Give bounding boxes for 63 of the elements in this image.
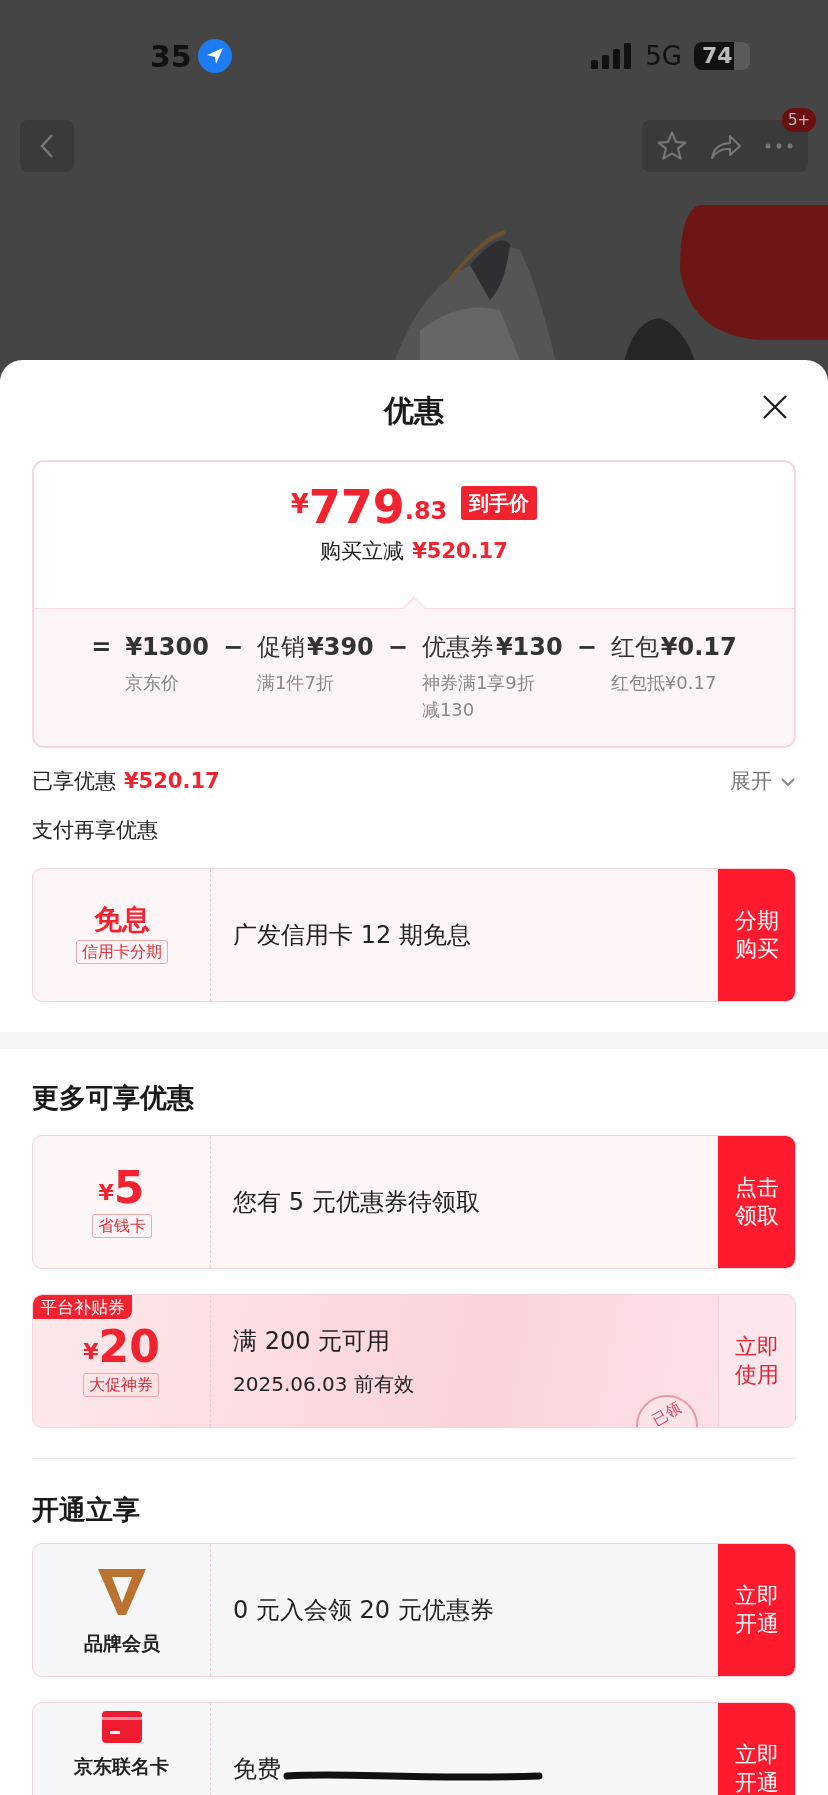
price-decimal: .83: [404, 496, 448, 527]
back-icon: [39, 133, 55, 159]
final-price-tag: 到手价: [461, 486, 538, 520]
coupon-amount: 5: [113, 1166, 145, 1210]
currency-sign: ¥: [290, 489, 309, 519]
member-label: 品牌会员: [83, 1630, 160, 1656]
location-icon: [197, 39, 232, 73]
action-button[interactable]: 立即使用: [718, 1295, 795, 1427]
term-note: 神券满1享9折减130: [421, 671, 536, 722]
action-button[interactable]: 立即开通: [718, 1544, 795, 1676]
credit-card-icon: [101, 1711, 142, 1743]
signal-icon: [591, 43, 634, 69]
battery-icon: 74: [694, 42, 750, 70]
currency-sign: ¥: [83, 1341, 99, 1363]
operator-sign: −: [222, 632, 243, 663]
operator-sign: =: [91, 632, 112, 663]
member-label: 京东联名卡: [74, 1755, 169, 1777]
action-button[interactable]: 立即开通: [718, 1703, 795, 1795]
share-icon[interactable]: [710, 132, 742, 160]
close-button[interactable]: [762, 394, 788, 420]
star-icon[interactable]: [656, 130, 688, 162]
offer-tag: 大促神券: [83, 1373, 160, 1397]
coupon-amount: 20: [98, 1325, 160, 1369]
section-subtitle: 支付再享优惠: [32, 817, 158, 845]
claimed-stamp: 已领: [636, 1395, 698, 1427]
expand-toggle[interactable]: 展开: [730, 766, 796, 798]
term-label: 红包: [610, 632, 659, 663]
back-button[interactable]: [20, 120, 74, 172]
section-title: 开通立享: [32, 1492, 140, 1527]
term-note: 京东价: [125, 671, 181, 695]
currency-sign: ¥: [98, 1182, 114, 1204]
offer-description: 0 元入会领 20 元优惠券: [233, 1595, 494, 1626]
final-price: 779: [308, 484, 405, 530]
term-amount: ¥130: [495, 632, 563, 663]
offer-description: 免费: [233, 1754, 281, 1785]
action-button[interactable]: 分期购买: [718, 869, 795, 1001]
enjoyed-amount: ¥520.17: [124, 768, 220, 796]
saving-label: 购买立减: [320, 538, 405, 565]
operator-sign: −: [387, 632, 408, 663]
validity-text: 2025.06.03 前有效: [233, 1371, 414, 1398]
action-button[interactable]: 点击领取: [718, 1136, 795, 1268]
term-label: 优惠券: [421, 632, 494, 663]
term-note: 满1件7折: [257, 671, 335, 695]
ribbon-label: 平台补贴券: [33, 1295, 132, 1319]
term-amount: ¥390: [307, 632, 374, 663]
v-logo-icon: [97, 1568, 146, 1615]
saving-amount: ¥520.17: [412, 538, 508, 565]
term-label: 促销: [257, 632, 305, 663]
term-amount: ¥0.17: [660, 632, 737, 663]
offer-tag: 信用卡分期: [75, 940, 168, 964]
section-title: 更多可享优惠: [32, 1080, 194, 1115]
offer-title: 免息: [93, 906, 150, 934]
operator-sign: −: [576, 632, 597, 663]
chevron-down-icon: [780, 777, 796, 787]
offer-description: 您有 5 元优惠券待领取: [233, 1187, 480, 1218]
sheet-title: 优惠: [384, 391, 444, 430]
term-amount: ¥1300: [125, 632, 209, 663]
enjoyed-label: 已享优惠: [32, 768, 116, 796]
term-note: 红包抵¥0.17: [610, 671, 718, 695]
more-icon[interactable]: [764, 142, 794, 150]
offer-tag: 省钱卡: [91, 1214, 152, 1238]
offer-description: 满 200 元可用: [233, 1326, 391, 1357]
offer-description: 广发信用卡 12 期免息: [233, 920, 471, 951]
